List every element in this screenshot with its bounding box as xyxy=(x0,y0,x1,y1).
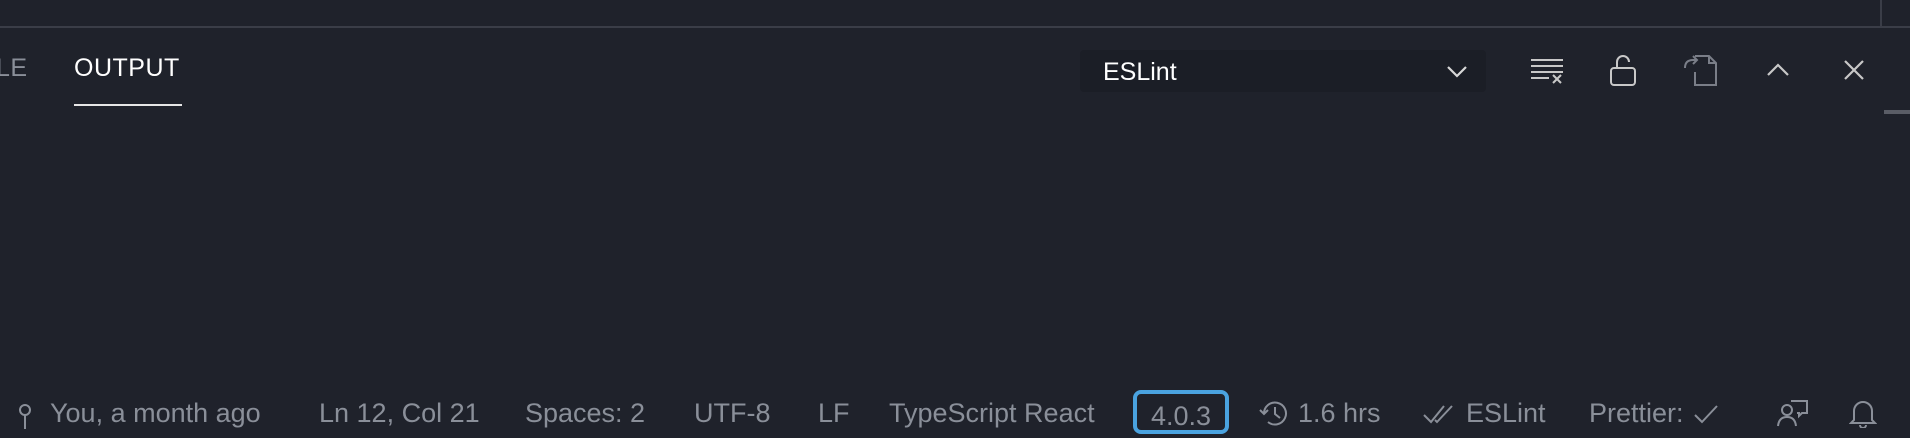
cursor-position-status[interactable]: Ln 12, Col 21 xyxy=(319,398,480,429)
output-content-area[interactable] xyxy=(0,110,1884,390)
git-commit-icon xyxy=(14,399,36,429)
feedback-button[interactable] xyxy=(1775,398,1809,428)
panel-header: LE OUTPUT ESLint xyxy=(0,28,1910,110)
clear-output-button[interactable] xyxy=(1525,50,1569,94)
eslint-text: ESLint xyxy=(1466,398,1546,428)
panel-scrollbar-thumb[interactable] xyxy=(1884,110,1910,114)
typescript-version-text: 4.0.3 xyxy=(1150,401,1212,431)
eol-text: LF xyxy=(818,398,850,428)
close-panel-button[interactable] xyxy=(1832,50,1876,94)
chevron-up-icon xyxy=(1763,55,1793,90)
lock-scroll-button[interactable] xyxy=(1601,50,1645,94)
open-in-editor-button[interactable] xyxy=(1680,50,1724,94)
chevron-down-icon xyxy=(1444,58,1470,84)
notifications-button[interactable] xyxy=(1849,398,1877,428)
close-icon xyxy=(1840,56,1868,89)
clear-output-icon xyxy=(1529,55,1565,90)
output-channel-value: ESLint xyxy=(1103,58,1177,86)
cursor-position-text: Ln 12, Col 21 xyxy=(319,398,480,428)
prettier-text: Prettier: xyxy=(1589,398,1684,428)
lock-icon xyxy=(1607,53,1639,92)
time-tracked-status[interactable]: 1.6 hrs xyxy=(1258,398,1381,429)
time-tracked-text: 1.6 hrs xyxy=(1298,398,1381,428)
typescript-version-status[interactable]: 4.0.3 xyxy=(1133,390,1229,434)
maximize-panel-button[interactable] xyxy=(1756,50,1800,94)
language-mode-text: TypeScript React xyxy=(889,398,1095,428)
status-bar: You, a month ago Ln 12, Col 21 Spaces: 2… xyxy=(0,390,1910,438)
git-blame-text: You, a month ago xyxy=(50,398,261,428)
active-tab-indicator xyxy=(74,104,182,106)
tab-console[interactable]: LE xyxy=(0,54,28,83)
open-in-editor-icon xyxy=(1683,52,1721,93)
prettier-status[interactable]: Prettier: xyxy=(1589,398,1720,429)
bell-icon xyxy=(1849,398,1877,428)
output-channel-select[interactable]: ESLint xyxy=(1080,50,1486,92)
eol-status[interactable]: LF xyxy=(818,398,850,429)
indentation-text: Spaces: 2 xyxy=(525,398,646,428)
git-blame-status[interactable]: You, a month ago xyxy=(14,398,261,429)
encoding-status[interactable]: UTF-8 xyxy=(694,398,771,429)
tab-output[interactable]: OUTPUT xyxy=(74,54,180,83)
vscode-panel-area: LE OUTPUT ESLint You, a month ago Ln 12,… xyxy=(0,0,1910,438)
indentation-status[interactable]: Spaces: 2 xyxy=(525,398,645,429)
eslint-status[interactable]: ESLint xyxy=(1422,398,1546,429)
feedback-icon xyxy=(1775,398,1809,428)
editor-scrollbar-track xyxy=(1880,0,1882,26)
history-icon xyxy=(1258,399,1292,429)
editor-area-bottom-edge xyxy=(0,0,1910,28)
check-icon xyxy=(1692,401,1720,427)
language-mode-status[interactable]: TypeScript React xyxy=(889,398,1095,429)
encoding-text: UTF-8 xyxy=(694,398,771,428)
double-check-icon xyxy=(1422,401,1458,427)
